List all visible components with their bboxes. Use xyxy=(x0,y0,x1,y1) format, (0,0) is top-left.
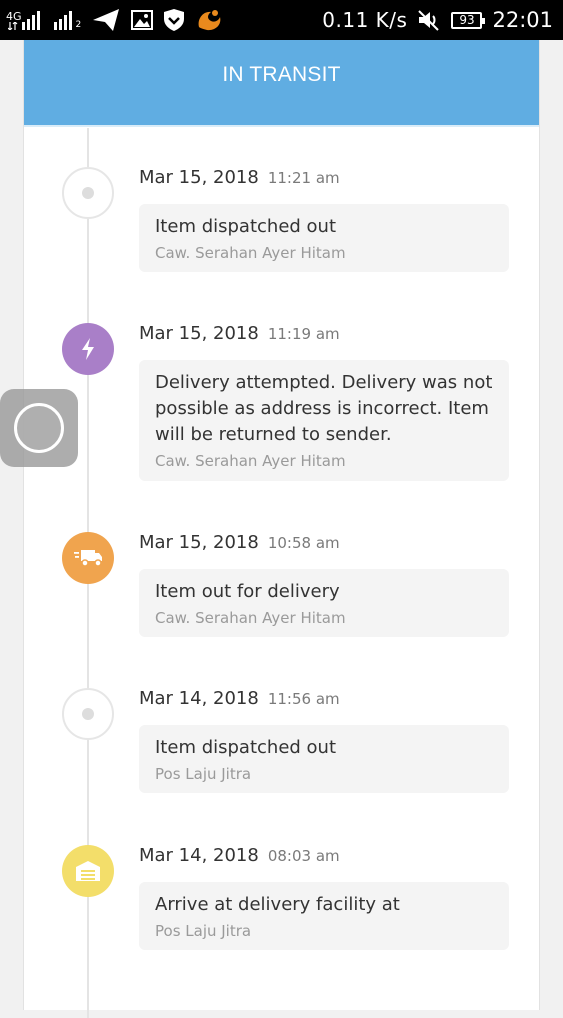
clock: 22:01 xyxy=(492,8,553,32)
status-title: IN TRANSIT xyxy=(222,63,341,86)
event-date: Mar 15, 2018 xyxy=(139,323,259,344)
status-bar: 4G 2 0.11 K/s 93 22:01 xyxy=(0,0,563,40)
event-datetime: Mar 15, 2018 11:21 am xyxy=(139,167,340,193)
event-description: Arrive at delivery facility at xyxy=(155,894,400,915)
event-details: Delivery attempted. Delivery was not pos… xyxy=(139,360,509,481)
event-details: Arrive at delivery facility at Pos Laju … xyxy=(139,882,509,950)
event-date: Mar 14, 2018 xyxy=(139,688,259,709)
event-datetime: Mar 15, 2018 11:19 am xyxy=(139,323,340,349)
event-time: 10:58 am xyxy=(267,534,340,552)
event-date: Mar 15, 2018 xyxy=(139,532,259,553)
event-details: Item dispatched out Caw. Serahan Ayer Hi… xyxy=(139,204,509,272)
uc-browser-icon xyxy=(195,7,223,33)
circle-icon xyxy=(14,403,64,453)
signal-icon: 4G xyxy=(6,10,44,30)
header-divider xyxy=(24,125,539,127)
event-time: 08:03 am xyxy=(267,847,340,865)
event-description: Item out for delivery xyxy=(155,581,340,602)
event-datetime: Mar 14, 2018 11:56 am xyxy=(139,688,340,714)
event-location: Caw. Serahan Ayer Hitam xyxy=(155,452,346,470)
delivery-truck-icon xyxy=(62,532,114,584)
dot-icon xyxy=(62,167,114,219)
event-details: Item out for delivery Caw. Serahan Ayer … xyxy=(139,569,509,637)
event-time: 11:19 am xyxy=(267,325,340,343)
event-description: Delivery attempted. Delivery was not pos… xyxy=(155,372,493,445)
status-header: IN TRANSIT xyxy=(24,40,539,125)
network-speed: 0.11 K/s xyxy=(322,8,408,32)
battery-icon: 93 xyxy=(451,11,486,29)
event-time: 11:21 am xyxy=(267,169,340,187)
event-date: Mar 14, 2018 xyxy=(139,845,259,866)
image-icon xyxy=(131,10,154,30)
tracking-card: IN TRANSIT Mar 15, 2018 11:21 am Item di… xyxy=(23,40,540,1018)
event-location: Caw. Serahan Ayer Hitam xyxy=(155,244,346,262)
event-time: 11:56 am xyxy=(267,690,340,708)
battery-level: 93 xyxy=(459,13,475,27)
mute-icon xyxy=(417,9,441,31)
signal-icon: 2 xyxy=(53,10,82,30)
event-datetime: Mar 14, 2018 08:03 am xyxy=(139,845,340,871)
dot-icon xyxy=(62,688,114,740)
event-location: Pos Laju Jitra xyxy=(155,765,252,783)
event-details: Item dispatched out Pos Laju Jitra xyxy=(139,725,509,793)
lightning-icon xyxy=(62,323,114,375)
event-location: Caw. Serahan Ayer Hitam xyxy=(155,609,346,627)
event-date: Mar 15, 2018 xyxy=(139,167,259,188)
network-type-label: 4G xyxy=(6,9,22,23)
event-location: Pos Laju Jitra xyxy=(155,922,252,940)
shield-icon xyxy=(163,8,185,32)
sim2-label: 2 xyxy=(75,20,82,30)
location-arrow-icon xyxy=(91,7,121,33)
assistive-touch-button[interactable] xyxy=(0,389,78,467)
event-description: Item dispatched out xyxy=(155,737,337,758)
event-description: Item dispatched out xyxy=(155,216,337,237)
warehouse-icon xyxy=(62,845,114,897)
event-datetime: Mar 15, 2018 10:58 am xyxy=(139,532,340,558)
